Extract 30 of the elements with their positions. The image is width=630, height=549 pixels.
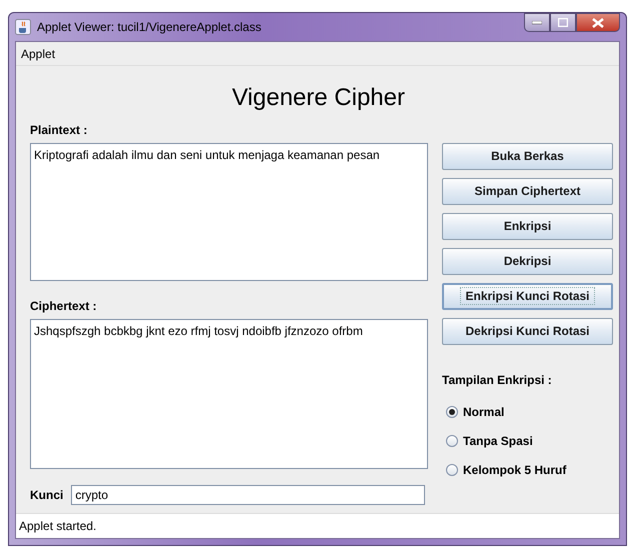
- action-button[interactable]: Buka Berkas: [442, 142, 613, 170]
- window-title: Applet Viewer: tucil1/VigenereApplet.class: [37, 19, 262, 36]
- status-text: Applet started.: [19, 518, 96, 535]
- radio-option[interactable]: Normal: [446, 402, 613, 421]
- ciphertext-label: Ciphertext :: [30, 298, 98, 315]
- key-field[interactable]: crypto: [71, 484, 426, 505]
- radio-option[interactable]: Tanpa Spasi: [446, 432, 613, 450]
- radio-circle[interactable]: [446, 464, 458, 476]
- radio-option[interactable]: Kelompok 5 Huruf: [446, 460, 613, 479]
- action-button[interactable]: Simpan Ciphertext: [442, 178, 613, 205]
- close-icon: [592, 18, 604, 28]
- key-label: Kunci: [30, 486, 64, 504]
- menu-item[interactable]: Applet: [21, 44, 56, 62]
- close-button[interactable]: [576, 13, 620, 32]
- radio-circle[interactable]: [446, 434, 458, 447]
- plaintext-area[interactable]: Kriptografi adalah ilmu dan seni untuk menjaga keamanan pesan: [30, 142, 428, 281]
- minimize-icon: [532, 20, 542, 24]
- plaintext-label: Plaintext :: [30, 122, 88, 139]
- java-cup-icon: [15, 19, 31, 35]
- minimize-button[interactable]: [524, 13, 550, 32]
- action-button[interactable]: Dekripsi Kunci Rotasi: [442, 318, 613, 345]
- maximize-icon: [558, 18, 568, 27]
- ciphertext-area[interactable]: Jshqspfszgh bcbkbg jknt ezo rfmj tosvj ndoibfb jfznzozo ofrbm: [30, 318, 428, 469]
- action-button[interactable]: Enkripsi: [442, 212, 613, 240]
- radio-circle[interactable]: [446, 406, 458, 418]
- action-button[interactable]: Enkripsi Kunci Rotasi: [442, 282, 613, 310]
- app-heading: Vigenere Cipher: [230, 84, 406, 113]
- action-button[interactable]: Dekripsi: [442, 248, 613, 275]
- maximize-button[interactable]: [550, 13, 576, 32]
- display-options-label: Tampilan Enkripsi :: [442, 372, 553, 389]
